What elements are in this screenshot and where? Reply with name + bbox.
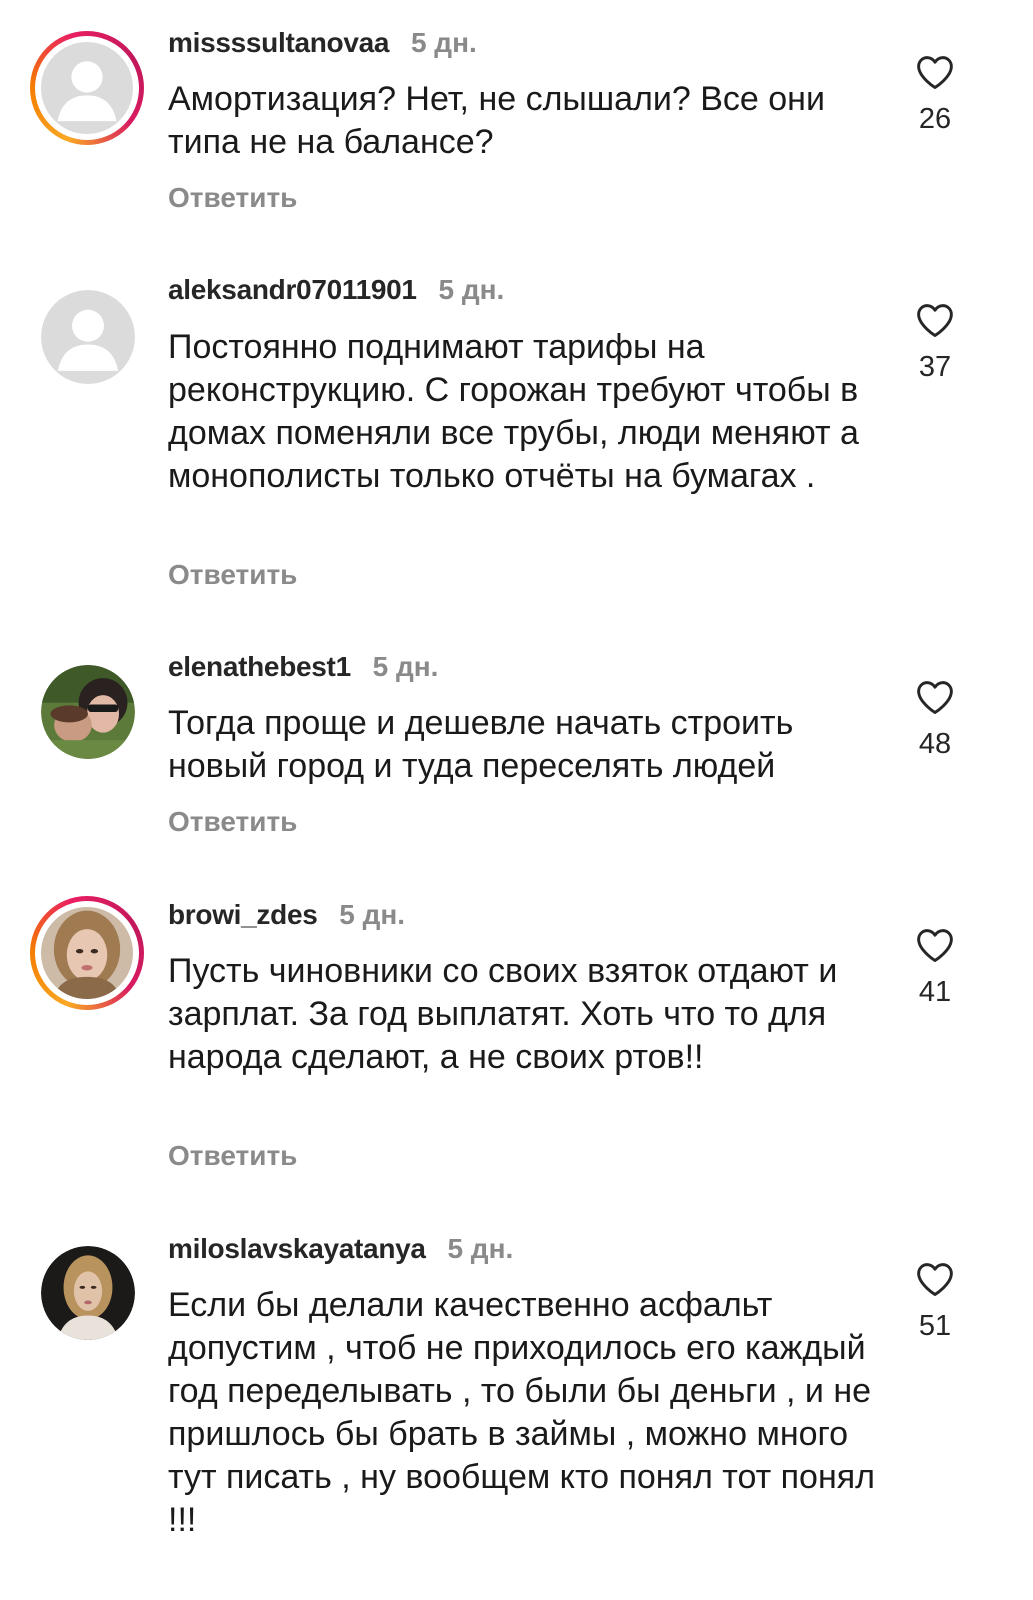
avatar[interactable] [30, 896, 144, 1010]
comment-time: 5 дн. [372, 651, 439, 682]
avatar[interactable] [41, 290, 135, 384]
like-count: 41 [918, 976, 952, 1008]
comment-text: Пусть чиновники со своих взяток отдают и… [168, 952, 838, 1076]
reply-button[interactable]: Ответить [168, 181, 297, 215]
comment-username[interactable]: elenathebest1 [168, 651, 351, 682]
comment-text: Амортизация? Нет, не слышали? Все они ти… [168, 80, 825, 161]
comment-meta: missssultanovaa 5 дн. [168, 26, 477, 60]
like-control: 26 [905, 54, 965, 136]
profile-photo [41, 907, 133, 999]
comment-text: Если бы делали качественно асфальт допус… [168, 1286, 875, 1539]
like-count: 37 [918, 351, 952, 383]
profile-photo [41, 665, 135, 759]
heart-outline-icon[interactable] [915, 927, 955, 963]
comment-time: 5 дн. [339, 899, 406, 930]
comment-meta: miloslavskayatanya 5 дн. [168, 1232, 513, 1266]
heart-outline-icon[interactable] [915, 679, 955, 715]
reply-button[interactable]: Ответить [168, 558, 297, 592]
comment-username[interactable]: miloslavskayatanya [168, 1233, 426, 1264]
heart-outline-icon[interactable] [915, 1261, 955, 1297]
avatar[interactable] [30, 31, 144, 145]
comment-text: Тогда проще и дешевле начать строить нов… [168, 704, 794, 785]
like-control: 48 [905, 679, 965, 761]
comment-username[interactable]: missssultanovaa [168, 27, 389, 58]
avatar[interactable] [41, 665, 135, 759]
reply-button[interactable]: Ответить [168, 1139, 297, 1173]
comment-username[interactable]: aleksandr07011901 [168, 274, 417, 305]
like-control: 41 [905, 927, 965, 1009]
comment-text: Постоянно поднимают тарифы на реконструк… [168, 328, 859, 495]
comment-meta: aleksandr07011901 5 дн. [168, 273, 504, 307]
comment-username[interactable]: browi_zdes [168, 899, 318, 930]
heart-outline-icon[interactable] [915, 54, 955, 90]
like-count: 51 [918, 1310, 952, 1342]
like-control: 37 [905, 302, 965, 384]
like-count: 48 [918, 728, 952, 760]
avatar[interactable] [41, 1246, 135, 1340]
like-count: 26 [918, 103, 952, 135]
comment-time: 5 дн. [447, 1233, 514, 1264]
comment-meta: elenathebest1 5 дн. [168, 650, 438, 684]
heart-outline-icon[interactable] [915, 302, 955, 338]
comment-time: 5 дн. [410, 27, 477, 58]
comment-meta: browi_zdes 5 дн. [168, 898, 405, 932]
reply-button[interactable]: Ответить [168, 805, 297, 839]
default-avatar-icon [41, 42, 133, 134]
comment-time: 5 дн. [438, 274, 505, 305]
profile-photo [41, 1246, 135, 1340]
default-avatar-icon [41, 290, 135, 384]
like-control: 51 [905, 1261, 965, 1343]
